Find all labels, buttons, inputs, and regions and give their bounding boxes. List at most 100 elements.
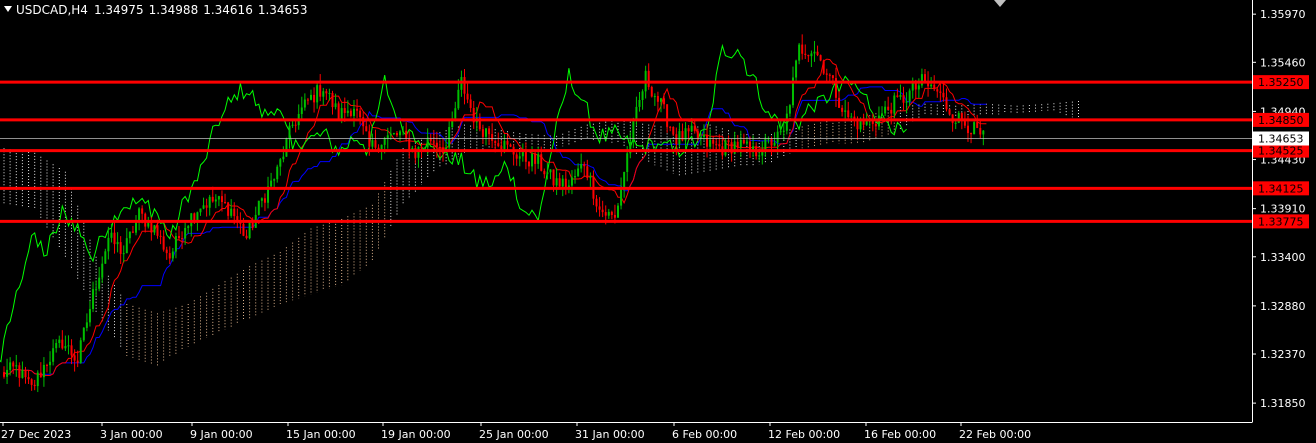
candle[interactable] xyxy=(838,97,841,108)
candle[interactable] xyxy=(110,232,113,238)
candle[interactable] xyxy=(577,168,580,177)
candle[interactable] xyxy=(656,96,659,102)
candle[interactable] xyxy=(531,153,534,167)
candle[interactable] xyxy=(466,93,469,100)
candle[interactable] xyxy=(438,146,441,148)
candle[interactable] xyxy=(6,369,9,377)
candle[interactable] xyxy=(893,95,896,114)
candle[interactable] xyxy=(650,86,653,97)
candle[interactable] xyxy=(813,51,816,54)
candle[interactable] xyxy=(227,202,230,216)
candle[interactable] xyxy=(920,74,923,86)
candle[interactable] xyxy=(45,364,48,366)
candle[interactable] xyxy=(365,126,368,132)
candle[interactable] xyxy=(187,226,190,228)
candle[interactable] xyxy=(432,141,435,143)
candle[interactable] xyxy=(739,139,742,148)
candle[interactable] xyxy=(540,154,543,171)
candle[interactable] xyxy=(807,54,810,57)
candle[interactable] xyxy=(399,131,402,136)
candle[interactable] xyxy=(715,143,718,145)
candle[interactable] xyxy=(586,166,589,179)
candle[interactable] xyxy=(276,166,279,180)
candle[interactable] xyxy=(214,199,217,202)
candle[interactable] xyxy=(841,107,844,112)
candle[interactable] xyxy=(359,110,362,118)
candle[interactable] xyxy=(770,138,773,146)
candle[interactable] xyxy=(27,377,30,380)
candle[interactable] xyxy=(82,327,85,341)
candle[interactable] xyxy=(177,236,180,239)
candle[interactable] xyxy=(61,339,64,349)
candle[interactable] xyxy=(153,225,156,233)
candle[interactable] xyxy=(21,369,24,378)
candle[interactable] xyxy=(49,361,52,366)
candle[interactable] xyxy=(18,365,21,378)
candle[interactable] xyxy=(970,133,973,135)
candle[interactable] xyxy=(208,196,211,208)
candle[interactable] xyxy=(613,214,616,218)
candle[interactable] xyxy=(85,322,88,328)
candle[interactable] xyxy=(736,141,739,148)
candle[interactable] xyxy=(945,97,948,110)
candle[interactable] xyxy=(9,362,12,370)
candle[interactable] xyxy=(310,94,312,100)
candle[interactable] xyxy=(666,104,669,127)
candle[interactable] xyxy=(481,129,484,137)
candle[interactable] xyxy=(131,231,134,233)
candle[interactable] xyxy=(211,196,214,202)
candle[interactable] xyxy=(825,73,828,75)
candle[interactable] xyxy=(675,134,678,145)
candle[interactable] xyxy=(558,178,561,187)
candle[interactable] xyxy=(270,180,273,187)
candle[interactable] xyxy=(386,135,389,139)
candle[interactable] xyxy=(70,345,73,356)
candle[interactable] xyxy=(816,51,819,56)
candle[interactable] xyxy=(537,154,540,164)
candle[interactable] xyxy=(488,128,491,135)
candle[interactable] xyxy=(979,127,982,135)
candle[interactable] xyxy=(58,339,61,343)
candle[interactable] xyxy=(88,308,91,323)
candle[interactable] xyxy=(552,169,555,186)
candle[interactable] xyxy=(798,44,801,61)
candle[interactable] xyxy=(491,134,494,141)
candle[interactable] xyxy=(966,125,969,134)
candle[interactable] xyxy=(745,141,748,144)
candle[interactable] xyxy=(930,84,933,87)
candle[interactable] xyxy=(598,206,601,210)
candle[interactable] xyxy=(79,340,82,363)
candle[interactable] xyxy=(795,60,798,78)
candle[interactable] xyxy=(463,77,466,94)
candle[interactable] xyxy=(742,139,745,144)
candle[interactable] xyxy=(669,126,672,128)
candle[interactable] xyxy=(119,242,122,254)
candle[interactable] xyxy=(171,251,174,259)
candle[interactable] xyxy=(546,172,549,175)
candle[interactable] xyxy=(527,161,530,167)
candle[interactable] xyxy=(881,113,884,116)
candle[interactable] xyxy=(448,127,451,148)
candle[interactable] xyxy=(288,125,291,139)
candle[interactable] xyxy=(718,144,721,147)
candle[interactable] xyxy=(245,235,248,239)
candle[interactable] xyxy=(24,369,27,378)
candle[interactable] xyxy=(356,108,359,111)
candle[interactable] xyxy=(672,126,675,135)
candle[interactable] xyxy=(417,147,420,158)
candle[interactable] xyxy=(420,147,423,149)
candle[interactable] xyxy=(831,75,834,79)
candle[interactable] xyxy=(543,170,546,175)
candle[interactable] xyxy=(506,140,509,145)
candle[interactable] xyxy=(982,130,985,135)
candle[interactable] xyxy=(702,134,705,137)
candle[interactable] xyxy=(233,208,236,217)
candle[interactable] xyxy=(181,238,184,240)
candle[interactable] xyxy=(933,84,936,90)
candle[interactable] xyxy=(782,130,785,132)
candle[interactable] xyxy=(343,108,346,113)
candle[interactable] xyxy=(696,131,699,139)
candle[interactable] xyxy=(33,384,36,387)
candle[interactable] xyxy=(349,110,352,116)
candle[interactable] xyxy=(724,140,727,156)
